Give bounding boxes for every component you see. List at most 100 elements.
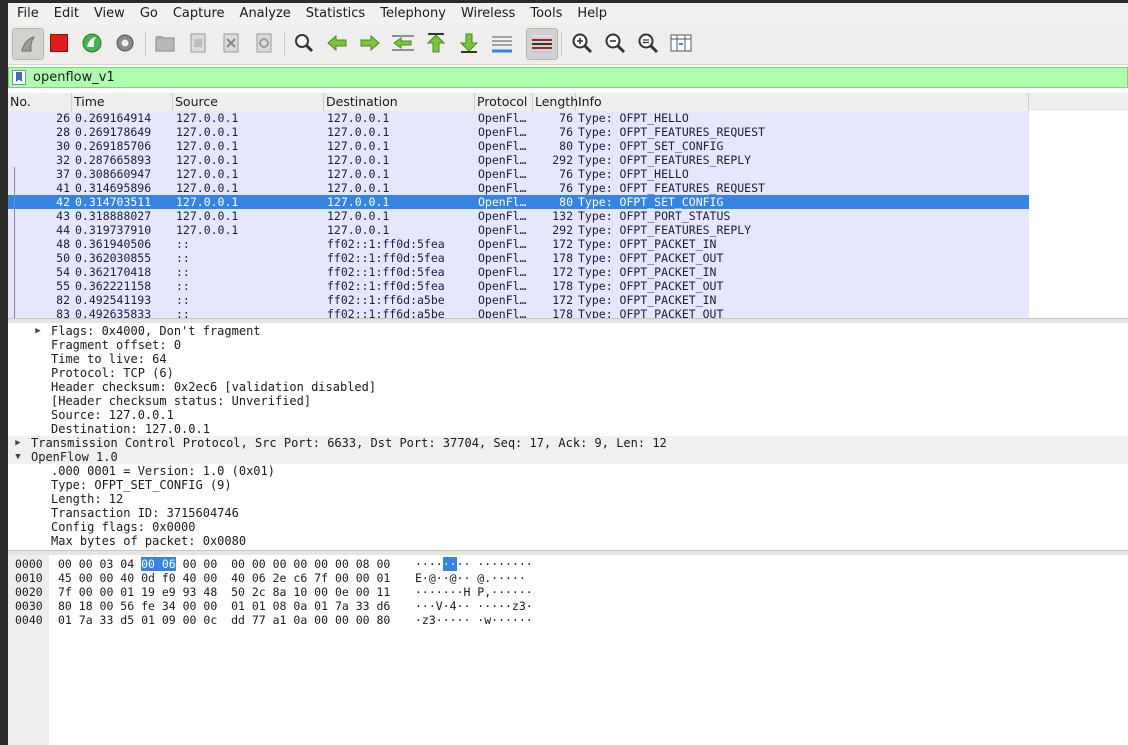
conversation-dashed-line [14, 237, 15, 318]
packet-cell-proto: OpenFl… [478, 279, 527, 293]
menu-view[interactable]: View [85, 3, 131, 24]
menu-capture[interactable]: Capture [164, 3, 231, 24]
go-last-packet-icon[interactable] [455, 29, 483, 57]
detail-tree-item[interactable]: Fragment offset: 0 [8, 338, 1128, 352]
packet-row[interactable]: 50 0.362030855:: ff02::1:ff0d:5fea OpenFl… 1… [8, 251, 1029, 265]
packet-row[interactable]: 83 0.492635833:: ff02::1:ff6d:a5be OpenFl… 1… [8, 307, 1029, 318]
packet-row[interactable]: 44 0.319737910 127.0.0.1 127.0.0.1 OpenFl… 29… [8, 223, 1029, 237]
packet-cell-dst: ff02::1:ff0d:5fea [327, 251, 445, 265]
bytes-hex: 01 7a 33 d5 01 09 00 0c dd 77 a1 0a 00 0… [58, 613, 390, 627]
menu-tools[interactable]: Tools [521, 3, 568, 24]
menu-help[interactable]: Help [568, 3, 613, 24]
packet-row[interactable]: 48 0.361940506:: ff02::1:ff0d:5fea OpenFl… 1… [8, 237, 1029, 251]
collapsed-arrow-icon[interactable]: ▶ [32, 324, 44, 338]
packet-row[interactable]: 37 0.308660947 127.0.0.1 127.0.0.1 OpenFl… 76… [8, 167, 1029, 181]
go-back-icon[interactable] [323, 29, 351, 57]
packet-bytes-pane[interactable]: 0000 00 00 03 04 00 06 00 00 00 00 00 00 … [8, 555, 1128, 745]
packet-cell-dst: 127.0.0.1 [327, 209, 390, 223]
zoom-normal-icon[interactable] [634, 29, 662, 57]
bytes-row[interactable]: 0030 80 18 00 56 fe 34 00 00 01 01 08 0a … [8, 599, 1128, 613]
packet-row[interactable]: 54 0.362170418:: ff02::1:ff0d:5fea OpenFl… 1… [8, 265, 1029, 279]
column-header-protocol[interactable]: Protocol [475, 93, 533, 111]
bytes-row[interactable]: 0000 00 00 03 04 00 06 00 00 00 00 00 00 … [8, 557, 1128, 571]
packet-row[interactable]: 41 0.314695896 127.0.0.1 127.0.0.1 OpenFl… 76… [8, 181, 1029, 195]
menu-go[interactable]: Go [131, 3, 164, 24]
packet-cell-proto: OpenFl… [478, 167, 527, 181]
packet-row[interactable]: 30 0.269185706 127.0.0.1 127.0.0.1 OpenFl… 80… [8, 139, 1029, 153]
zoom-out-icon[interactable] [601, 29, 629, 57]
column-header-destination[interactable]: Destination [324, 93, 475, 111]
open-file-icon[interactable] [151, 29, 179, 57]
detail-tree-item[interactable]: Length: 12 [8, 492, 1128, 506]
detail-tree-item[interactable]: ▶ Flags: 0x4000, Don't fragment [8, 324, 1128, 338]
column-header-time[interactable]: Time [72, 93, 173, 111]
column-header-source[interactable]: Source [173, 93, 324, 111]
stop-capture-icon[interactable] [45, 29, 73, 57]
display-filter-input[interactable]: openflow_v1 [33, 68, 115, 87]
packet-details-tree[interactable]: ▶ Flags: 0x4000, Don't fragment Fragment o… [8, 323, 1128, 550]
detail-tree-item[interactable]: Destination: 127.0.0.1 [8, 422, 1128, 436]
expanded-arrow-icon[interactable]: ▼ [12, 450, 24, 464]
capture-options-icon[interactable] [111, 29, 139, 57]
restart-capture-icon[interactable] [78, 29, 106, 57]
packet-list-header: No. Time Source Destination Protocol Length In… [8, 93, 1128, 112]
go-forward-icon[interactable] [356, 29, 384, 57]
close-file-icon[interactable] [217, 29, 245, 57]
bytes-ascii: ·z3····· ·w······ [415, 613, 533, 627]
find-packet-icon[interactable] [290, 29, 318, 57]
column-header-info[interactable]: Info [576, 93, 1029, 111]
autoscroll-icon[interactable] [488, 29, 516, 57]
detail-tree-item[interactable]: Time to live: 64 [8, 352, 1128, 366]
reload-file-icon[interactable] [250, 29, 278, 57]
packet-row[interactable]: 28 0.269178649 127.0.0.1 127.0.0.1 OpenFl… 76… [8, 125, 1029, 139]
display-filter-bar[interactable]: openflow_v1 [8, 67, 1128, 88]
detail-tree-item[interactable]: ▼ OpenFlow 1.0 [8, 450, 1128, 464]
packet-cell-info: Type: OFPT_SET_CONFIG [578, 195, 724, 209]
detail-tree-item[interactable]: .000 0001 = Version: 1.0 (0x01) [8, 464, 1128, 478]
menu-statistics[interactable]: Statistics [297, 3, 371, 24]
packet-cell-len: 172 [552, 293, 573, 307]
detail-tree-item[interactable]: Transaction ID: 3715604746 [8, 506, 1128, 520]
shark-fin-start-icon[interactable] [12, 28, 44, 60]
detail-tree-label: .000 0001 = Version: 1.0 (0x01) [51, 464, 275, 478]
bytes-offset: 0000 [15, 557, 43, 571]
detail-tree-item[interactable]: ▶ Transmission Control Protocol, Src Port… [8, 436, 1128, 450]
zoom-in-icon[interactable] [568, 29, 596, 57]
filter-bookmark-icon[interactable] [12, 70, 26, 85]
menu-file[interactable]: File [8, 3, 45, 24]
packet-cell-info: Type: OFPT_SET_CONFIG [578, 139, 724, 153]
menu-telephony[interactable]: Telephony [371, 3, 452, 24]
menu-wireless[interactable]: Wireless [452, 3, 521, 24]
detail-tree-item[interactable]: Config flags: 0x0000 [8, 520, 1128, 534]
collapsed-arrow-icon[interactable]: ▶ [12, 436, 24, 450]
packet-row[interactable]: 82 0.492541193:: ff02::1:ff6d:a5be OpenFl… 1… [8, 293, 1029, 307]
packet-cell-no: 42 [56, 195, 70, 209]
packet-row[interactable]: 26 0.269164914 127.0.0.1 127.0.0.1 OpenFl… 76… [8, 111, 1029, 125]
packet-cell-len: 80 [559, 139, 573, 153]
detail-tree-item[interactable]: Header checksum: 0x2ec6 [validation disa… [8, 380, 1128, 394]
menu-edit[interactable]: Edit [45, 3, 85, 24]
packet-list[interactable]: 83 0.492635833:: ff02::1:ff6d:a5be OpenFl… 1… [8, 111, 1128, 318]
bytes-row[interactable]: 0010 45 00 00 40 0d f0 40 00 40 06 2e c6 … [8, 571, 1128, 585]
packet-row[interactable]: 55 0.362221158:: ff02::1:ff0d:5fea OpenFl… 1… [8, 279, 1029, 293]
detail-tree-item[interactable]: Max bytes of packet: 0x0080 [8, 534, 1128, 548]
go-first-packet-icon[interactable] [422, 29, 450, 57]
detail-tree-item[interactable]: Protocol: TCP (6) [8, 366, 1128, 380]
bytes-row[interactable]: 0040 01 7a 33 d5 01 09 00 0c dd 77 a1 0a … [8, 613, 1128, 627]
detail-tree-item[interactable]: Source: 127.0.0.1 [8, 408, 1128, 422]
column-header-length[interactable]: Length [533, 93, 578, 111]
go-to-packet-icon[interactable] [389, 29, 417, 57]
packet-row[interactable]: 43 0.318888027 127.0.0.1 127.0.0.1 OpenFl… 13… [8, 209, 1029, 223]
resize-columns-icon[interactable] [667, 29, 695, 57]
bytes-row[interactable]: 0020 7f 00 00 01 19 e9 93 48 50 2c 8a 10 … [8, 585, 1128, 599]
detail-tree-label: [Header checksum status: Unverified] [51, 394, 312, 408]
packet-row[interactable]: 32 0.287665893 127.0.0.1 127.0.0.1 OpenFl… 29… [8, 153, 1029, 167]
detail-tree-item[interactable]: [Header checksum status: Unverified] [8, 394, 1128, 408]
detail-tree-item[interactable]: Type: OFPT_SET_CONFIG (9) [8, 478, 1128, 492]
save-file-icon[interactable] [184, 29, 212, 57]
packet-row-selected[interactable]: 42 0.314703511 127.0.0.1 127.0.0.1 OpenFl… 80… [8, 195, 1029, 209]
colorize-icon[interactable] [526, 28, 558, 60]
packet-cell-dst: 127.0.0.1 [327, 153, 390, 167]
menu-analyze[interactable]: Analyze [231, 3, 297, 24]
column-header-no[interactable]: No. [8, 93, 72, 111]
